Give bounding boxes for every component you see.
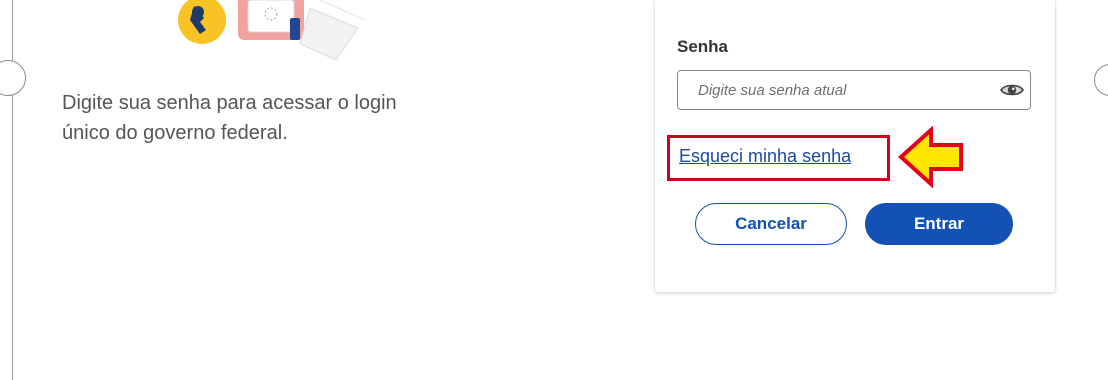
- arrow-pointer-icon: [898, 126, 963, 188]
- left-step-indicator: [0, 60, 26, 96]
- intro-text: Digite sua senha para acessar o login ún…: [62, 92, 397, 144]
- login-card: Senha Esqueci minha senha Cancelar Entra…: [655, 0, 1055, 292]
- right-step-indicator: [1094, 64, 1108, 96]
- password-input[interactable]: [678, 71, 998, 109]
- forgot-link-highlight: Esqueci minha senha: [667, 135, 890, 181]
- password-label: Senha: [677, 37, 729, 56]
- cancel-button[interactable]: Cancelar: [695, 203, 847, 245]
- password-field[interactable]: [677, 70, 1031, 110]
- eye-icon[interactable]: [1000, 81, 1024, 99]
- login-illustration: [178, 0, 366, 60]
- left-divider: [12, 0, 13, 380]
- forgot-password-link[interactable]: Esqueci minha senha: [679, 146, 851, 167]
- page: Digite sua senha para acessar o login ún…: [0, 0, 1108, 380]
- enter-button[interactable]: Entrar: [865, 203, 1013, 245]
